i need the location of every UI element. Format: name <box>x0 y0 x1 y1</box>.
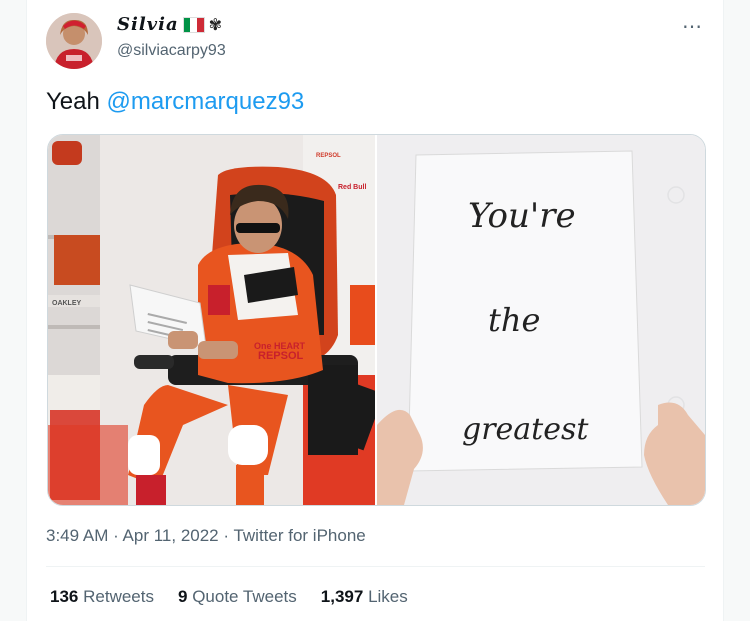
sign-line-1: You're <box>468 196 576 236</box>
avatar[interactable] <box>46 13 102 69</box>
quotes-label: Quote Tweets <box>192 587 297 606</box>
tweet-date[interactable]: Apr 11, 2022 <box>123 526 219 545</box>
likes-stat[interactable]: 1,397 Likes <box>321 587 408 607</box>
sponsor-repsol-top: REPSOL <box>316 153 341 159</box>
user-handle[interactable]: @silviacarpy93 <box>117 42 226 60</box>
bug-icon: ✾ <box>208 16 223 34</box>
italy-flag-icon <box>182 16 205 33</box>
tweet-stats: 136 Retweets 9 Quote Tweets 1,397 Likes <box>50 587 408 607</box>
media-image: OAKLEY REPSOL Red Bull One HEART REPSOL <box>48 135 705 505</box>
sign-line-2: the <box>488 301 540 339</box>
quotes-count: 9 <box>177 587 188 606</box>
quote-tweets-stat[interactable]: 9 Quote Tweets <box>178 587 297 607</box>
display-name-row[interactable]: Silvia ✾ <box>117 14 222 35</box>
retweets-stat[interactable]: 136 Retweets <box>50 587 154 607</box>
sponsor-repsol-suit: REPSOL <box>258 350 304 362</box>
tweet-media[interactable]: OAKLEY REPSOL Red Bull One HEART REPSOL <box>47 134 706 506</box>
tweet-meta: 3:49 AM · Apr 11, 2022 · Twitter for iPh… <box>46 526 366 546</box>
sponsor-oakley: OAKLEY <box>52 300 82 307</box>
tweet-source[interactable]: Twitter for iPhone <box>233 526 365 545</box>
tweet-text: Yeah @marcmarquez93 <box>46 88 304 116</box>
tweet-card: Silvia ✾ @silviacarpy93 ⋯ Yeah @marcmarq… <box>26 0 724 621</box>
more-options-icon[interactable]: ⋯ <box>682 14 703 39</box>
meta-separator: · <box>108 526 123 545</box>
mention-link[interactable]: @marcmarquez93 <box>107 88 305 115</box>
likes-count: 1,397 <box>320 587 364 606</box>
retweets-label: Retweets <box>83 587 154 606</box>
sponsor-redbull-1: Red Bull <box>338 184 366 191</box>
display-name[interactable]: Silvia <box>117 14 179 35</box>
tweet-text-body: Yeah <box>46 88 107 115</box>
user-avatar-icon <box>46 13 102 69</box>
tweet-time[interactable]: 3:49 AM <box>46 526 108 545</box>
divider <box>46 566 705 567</box>
sign-line-3: greatest <box>462 412 589 447</box>
likes-label: Likes <box>368 587 408 606</box>
retweets-count: 136 <box>50 587 79 606</box>
meta-separator: · <box>218 526 234 545</box>
